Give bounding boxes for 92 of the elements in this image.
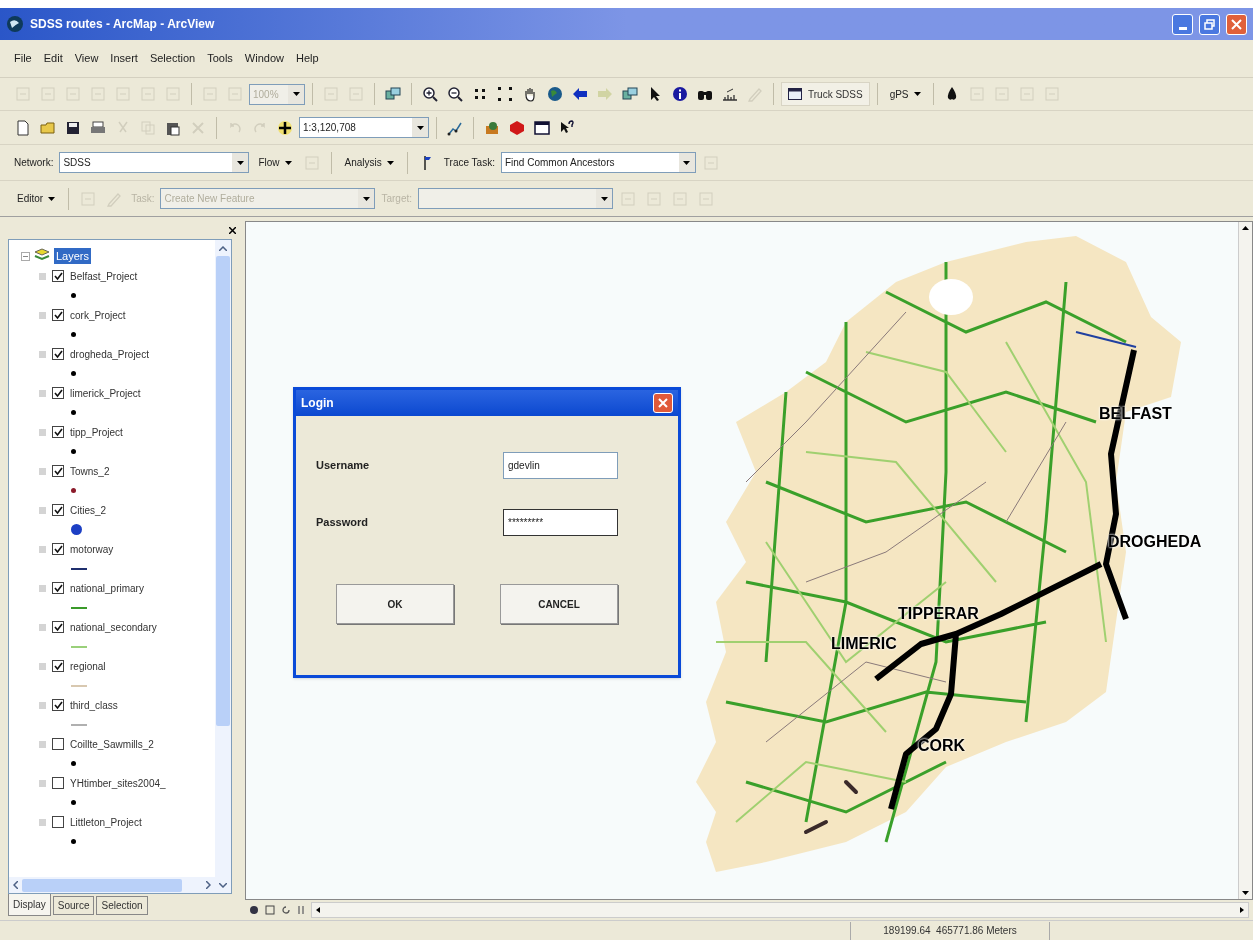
panel-tab[interactable]: Source bbox=[52, 896, 95, 915]
layer-name[interactable]: cork_Project bbox=[70, 307, 126, 323]
toolbar-label: Network: bbox=[13, 156, 55, 170]
layer-checkbox[interactable] bbox=[52, 582, 64, 594]
panel-tab[interactable]: Selection bbox=[96, 896, 148, 915]
app-globe-icon bbox=[6, 15, 24, 33]
layer-checkbox[interactable] bbox=[52, 621, 64, 633]
layer-checkbox[interactable] bbox=[52, 387, 64, 399]
layer-name[interactable]: national_secondary bbox=[70, 619, 157, 635]
truck-sdss-button[interactable]: Truck SDSS bbox=[781, 82, 870, 106]
dropdown-caret-icon bbox=[683, 160, 691, 165]
layout-view-icon[interactable] bbox=[265, 905, 275, 915]
layer-name[interactable]: tipp_Project bbox=[70, 424, 123, 440]
menu-button[interactable]: Analysis bbox=[339, 151, 399, 174]
menu-button[interactable]: gPS bbox=[884, 83, 926, 105]
menu-item[interactable]: Help bbox=[293, 50, 321, 67]
vertical-scrollbar[interactable] bbox=[1238, 222, 1252, 899]
dropdown-caret-icon bbox=[236, 160, 244, 165]
toolbar-label: Trace Task: bbox=[442, 156, 496, 170]
layer-name[interactable]: Littleton_Project bbox=[70, 814, 142, 830]
dialog-title: Login bbox=[301, 395, 334, 412]
dropdown-caret-icon bbox=[386, 160, 394, 165]
layer-checkbox[interactable] bbox=[52, 426, 64, 438]
data-view-icon[interactable] bbox=[249, 905, 259, 915]
close-icon[interactable] bbox=[229, 226, 236, 234]
menu-item[interactable]: View bbox=[72, 50, 101, 67]
scroll-thumb[interactable] bbox=[216, 256, 230, 726]
layer-name[interactable]: Cities_2 bbox=[70, 502, 107, 518]
layer-name[interactable]: Coillte_Sawmills_2 bbox=[70, 736, 154, 752]
menu-button[interactable]: Flow bbox=[253, 151, 297, 174]
layers-root-item[interactable]: Layers bbox=[54, 247, 92, 265]
panel-tab[interactable]: Display bbox=[8, 894, 51, 916]
layer-name[interactable]: limerick_Project bbox=[70, 385, 141, 401]
dropdown-field[interactable]: SDSS bbox=[59, 152, 250, 173]
pause-icon[interactable] bbox=[297, 905, 305, 915]
menu-item[interactable]: Insert bbox=[108, 50, 140, 67]
layer-name[interactable]: regional bbox=[70, 658, 106, 674]
scroll-thumb[interactable] bbox=[22, 878, 182, 892]
dropdown-field[interactable]: 1:3,120,708 bbox=[299, 117, 429, 138]
layer-name[interactable]: drogheda_Project bbox=[70, 346, 149, 362]
layer-checkbox[interactable] bbox=[52, 465, 64, 477]
layer-checkbox[interactable] bbox=[52, 738, 64, 750]
menu-item[interactable]: Selection bbox=[147, 50, 198, 67]
menu-item[interactable]: Window bbox=[242, 50, 286, 67]
layer-checkbox[interactable] bbox=[52, 309, 64, 321]
dropdown-field[interactable]: Find Common Ancestors bbox=[500, 152, 696, 173]
layer-name[interactable]: national_primary bbox=[70, 580, 144, 596]
field-label: Username bbox=[316, 458, 370, 474]
window-icon bbox=[788, 88, 802, 100]
layer-name[interactable]: Towns_2 bbox=[70, 463, 110, 479]
field-label: Password bbox=[316, 515, 368, 531]
dropdown-caret-icon bbox=[292, 92, 300, 96]
dropdown-caret-icon bbox=[362, 196, 370, 201]
dropdown-caret-icon bbox=[416, 125, 424, 130]
horizontal-scrollbar[interactable] bbox=[9, 877, 215, 893]
window-title: SDSS routes - ArcMap - ArcView bbox=[30, 16, 215, 33]
layer-checkbox[interactable] bbox=[52, 777, 64, 789]
horizontal-scrollbar[interactable] bbox=[311, 902, 1249, 918]
dropdown-caret-icon bbox=[48, 196, 56, 201]
refresh-icon[interactable] bbox=[281, 905, 291, 915]
layer-name[interactable]: YHtimber_sites2004_ bbox=[70, 775, 166, 791]
layer-name[interactable]: third_class bbox=[70, 697, 118, 713]
layer-checkbox[interactable] bbox=[52, 348, 64, 360]
layer-checkbox[interactable] bbox=[52, 504, 64, 516]
layer-name[interactable]: motorway bbox=[70, 541, 114, 557]
dialog-button[interactable]: CANCEL bbox=[500, 584, 618, 624]
dropdown-caret-icon bbox=[600, 196, 608, 201]
password-field[interactable]: ********* bbox=[503, 509, 618, 536]
menu-item[interactable]: File bbox=[12, 50, 34, 67]
menu-item[interactable]: Edit bbox=[41, 50, 65, 67]
minimize-button[interactable] bbox=[1172, 13, 1193, 35]
layer-checkbox[interactable] bbox=[52, 699, 64, 711]
close-icon bbox=[658, 398, 668, 408]
dialog-button[interactable]: OK bbox=[336, 584, 454, 624]
close-button[interactable] bbox=[653, 393, 673, 413]
layer-checkbox[interactable] bbox=[52, 543, 64, 555]
close-button[interactable] bbox=[1226, 13, 1247, 35]
menu-item[interactable]: Tools bbox=[205, 50, 235, 67]
vertical-scrollbar[interactable] bbox=[215, 240, 231, 893]
username-field[interactable]: gdevlin bbox=[503, 452, 618, 479]
restore-button[interactable] bbox=[1199, 13, 1220, 35]
layer-name[interactable]: Belfast_Project bbox=[70, 268, 138, 284]
dropdown-caret-icon bbox=[284, 160, 292, 165]
layer-checkbox[interactable] bbox=[52, 270, 64, 282]
dropdown-caret-icon bbox=[913, 92, 921, 96]
menu-button[interactable]: Editor bbox=[12, 187, 61, 210]
close-icon bbox=[1231, 18, 1242, 30]
collapse-icon[interactable] bbox=[21, 251, 30, 261]
restore-icon bbox=[1204, 18, 1215, 30]
coordinates-text: 189199.64 465771.86 Meters bbox=[883, 924, 1017, 938]
layer-checkbox[interactable] bbox=[52, 816, 64, 828]
layer-checkbox[interactable] bbox=[52, 660, 64, 672]
